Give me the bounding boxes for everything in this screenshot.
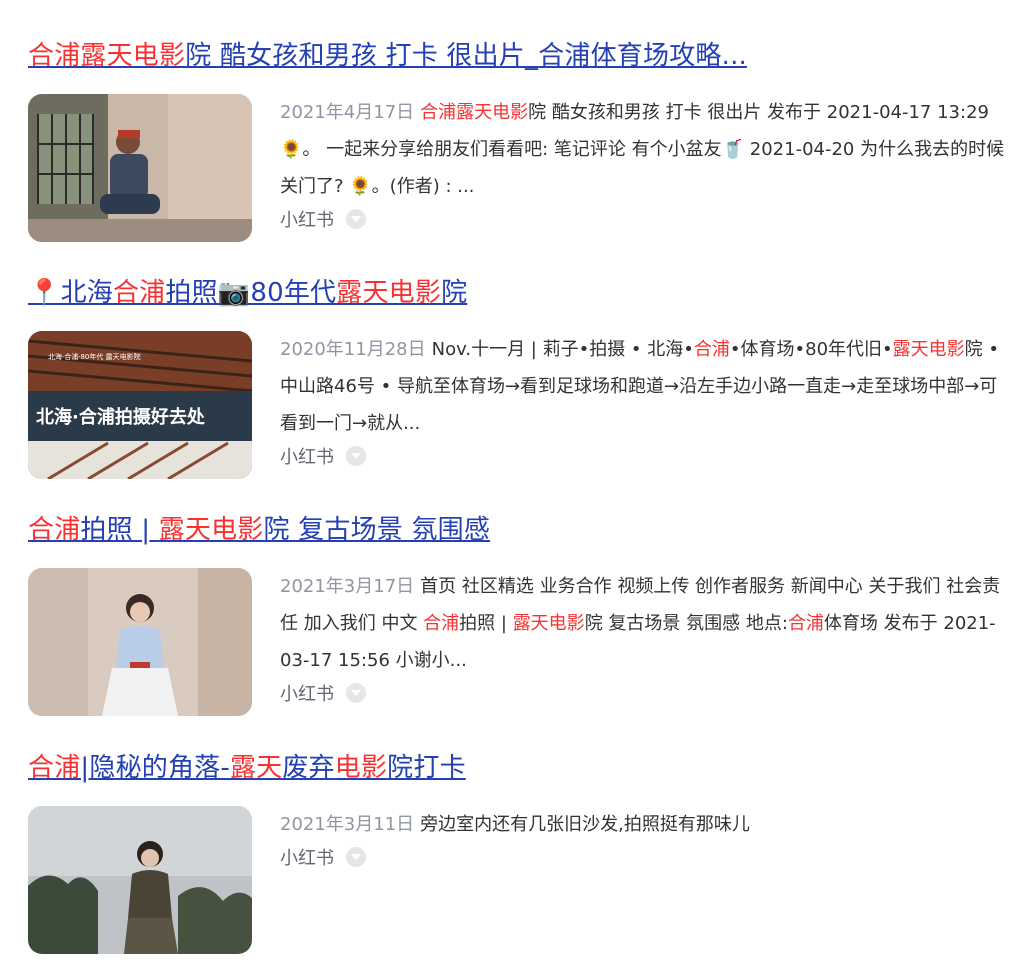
result-title-link[interactable]: 合浦拍照 | 露天电影院 复古场景 氛围感 bbox=[28, 512, 1008, 548]
highlight-text: 电影 bbox=[334, 753, 388, 783]
highlight-text: 露天电影 bbox=[336, 278, 442, 308]
thumbnail-image bbox=[28, 806, 252, 954]
plain-text: 院 bbox=[441, 278, 468, 308]
chevron-down-icon[interactable] bbox=[346, 683, 366, 703]
chevron-down-icon[interactable] bbox=[346, 847, 366, 867]
highlight-text: 合浦 bbox=[112, 278, 166, 308]
result-body: 2021年3月17日 首页 社区精选 业务合作 视频上传 创作者服务 新闻中心 关… bbox=[28, 568, 1008, 718]
result-title-link[interactable]: 合浦|隐秘的角落-露天废弃电影院打卡 bbox=[28, 750, 1008, 786]
result-snippet: 2021年4月17日 合浦露天电影院 酷女孩和男孩 打卡 很出片 发布于 2021… bbox=[280, 94, 1008, 205]
result-thumbnail[interactable]: 北海·合浦·80年代 露天电影院 北海·合浦拍摄好去处 bbox=[28, 331, 252, 479]
highlight-text: 露天电影 bbox=[512, 613, 585, 634]
plain-text: •体育场•80年代旧• bbox=[729, 339, 893, 360]
thumbnail-image bbox=[28, 568, 252, 716]
search-result: 📍北海合浦拍照📷80年代露天电影院 北海·合浦·80年代 露天电影院 北海·合浦… bbox=[28, 275, 1008, 479]
plain-text: 合浦 bbox=[538, 41, 591, 71]
plain-text: 拍照 | bbox=[459, 613, 513, 634]
plain-text: 📍北海 bbox=[28, 278, 113, 308]
thumb-main-text: 北海·合浦拍摄好去处 bbox=[36, 406, 206, 428]
highlight-text: 露天电影 bbox=[892, 339, 965, 360]
result-source[interactable]: 小红书 bbox=[280, 680, 366, 706]
highlight-text: 露天电影 bbox=[158, 515, 264, 545]
plain-text: 拍照📷80年代 bbox=[165, 278, 337, 308]
search-result: 合浦露天电影院 酷女孩和男孩 打卡 很出片_合浦体育场攻略... 2021年4月… bbox=[28, 38, 1008, 242]
source-label: 小红书 bbox=[280, 210, 334, 231]
plain-text: 旁边室内还有几张旧沙发,拍照挺有那味儿 bbox=[420, 814, 750, 835]
plain-text: 废弃 bbox=[282, 753, 335, 783]
result-title-link[interactable]: 合浦露天电影院 酷女孩和男孩 打卡 很出片_合浦体育场攻略... bbox=[28, 38, 1008, 74]
result-source[interactable]: 小红书 bbox=[280, 844, 366, 870]
result-date: 2021年3月17日 bbox=[280, 576, 415, 597]
search-result: 合浦拍照 | 露天电影院 复古场景 氛围感 2021年3月17日 首页 社区精选 … bbox=[28, 512, 1008, 716]
result-date: 2021年3月11日 bbox=[280, 814, 415, 835]
chevron-down-icon[interactable] bbox=[346, 446, 366, 466]
chevron-down-icon[interactable] bbox=[346, 209, 366, 229]
highlight-text: 合浦 bbox=[423, 613, 460, 634]
result-date: 2021年4月17日 bbox=[280, 102, 415, 123]
result-date: 2020年11月28日 bbox=[280, 339, 426, 360]
highlight-text: 合浦 bbox=[787, 613, 824, 634]
result-body: 2021年3月11日 旁边室内还有几张旧沙发,拍照挺有那味儿 小红书 bbox=[28, 806, 1008, 956]
result-title-link[interactable]: 📍北海合浦拍照📷80年代露天电影院 bbox=[28, 275, 1008, 311]
highlight-text: 合浦露天电影 bbox=[28, 41, 186, 71]
highlight-text: 合浦 bbox=[28, 753, 81, 783]
thumbnail-image: 北海·合浦·80年代 露天电影院 北海·合浦拍摄好去处 bbox=[28, 331, 252, 479]
result-body: 北海·合浦·80年代 露天电影院 北海·合浦拍摄好去处 2020年11月28日 N… bbox=[28, 331, 1008, 481]
result-body: 2021年4月17日 合浦露天电影院 酷女孩和男孩 打卡 很出片 发布于 2021… bbox=[28, 94, 1008, 244]
highlight-text: 露天 bbox=[229, 753, 283, 783]
result-thumbnail[interactable] bbox=[28, 806, 252, 954]
result-snippet: 2020年11月28日 Nov.十一月 | 莉子•拍摄 • 北海•合浦•体育场•8… bbox=[280, 331, 1008, 442]
highlight-text: 合浦露天电影 bbox=[420, 102, 529, 123]
result-thumbnail[interactable] bbox=[28, 568, 252, 716]
highlight-text: 合浦 bbox=[693, 339, 730, 360]
result-snippet: 2021年3月11日 旁边室内还有几张旧沙发,拍照挺有那味儿 bbox=[280, 806, 1008, 843]
search-result: 合浦|隐秘的角落-露天废弃电影院打卡 2021年3月11日 旁边室内还有几张旧沙发… bbox=[28, 750, 1008, 954]
plain-text: 拍照 | bbox=[80, 515, 159, 545]
plain-text: Nov.十一月 | 莉子•拍摄 • 北海• bbox=[431, 339, 694, 360]
snippet-text: 旁边室内还有几张旧沙发,拍照挺有那味儿 bbox=[420, 814, 750, 835]
plain-text: 院 酷女孩和男孩 打卡 很出片_ bbox=[185, 41, 539, 71]
plain-text: |隐秘的角落- bbox=[80, 753, 230, 783]
result-source[interactable]: 小红书 bbox=[280, 206, 366, 232]
highlight-text: 合浦 bbox=[28, 515, 81, 545]
result-thumbnail[interactable] bbox=[28, 94, 252, 242]
plain-text: 院打卡 bbox=[387, 753, 466, 783]
plain-text: 院 复古场景 氛围感 地点: bbox=[584, 613, 788, 634]
result-source[interactable]: 小红书 bbox=[280, 443, 366, 469]
thumb-small-text: 北海·合浦·80年代 露天电影院 bbox=[48, 352, 141, 361]
thumbnail-image bbox=[28, 94, 252, 242]
plain-text: 体育场攻略... bbox=[590, 41, 748, 71]
source-label: 小红书 bbox=[280, 447, 334, 468]
source-label: 小红书 bbox=[280, 848, 334, 869]
source-label: 小红书 bbox=[280, 684, 334, 705]
plain-text: 院 复古场景 氛围感 bbox=[263, 515, 491, 545]
result-snippet: 2021年3月17日 首页 社区精选 业务合作 视频上传 创作者服务 新闻中心 关… bbox=[280, 568, 1008, 679]
